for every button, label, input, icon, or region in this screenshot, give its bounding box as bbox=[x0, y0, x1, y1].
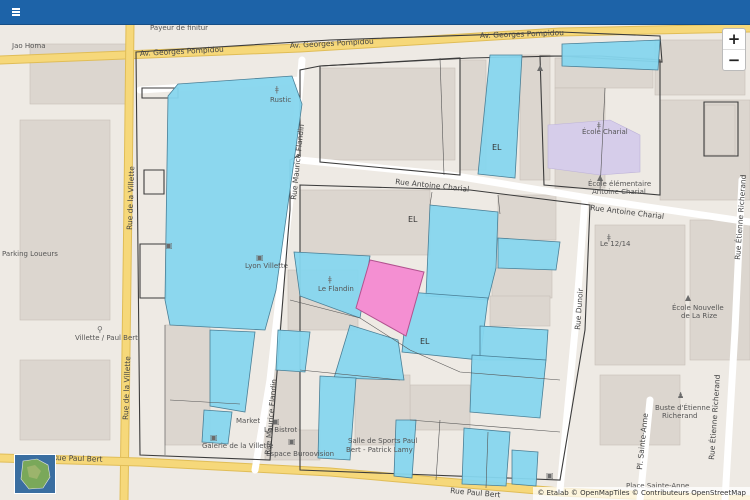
building bbox=[519, 54, 551, 181]
label-salle-sports: Bert - Patrick Lamy bbox=[346, 446, 413, 454]
building bbox=[19, 119, 111, 321]
shop-icon: ▣ bbox=[288, 437, 296, 446]
parcel-highlight[interactable] bbox=[479, 325, 549, 361]
label-buste: Buste d'Étienne bbox=[655, 403, 710, 412]
label-parking: Parking Loueurs bbox=[2, 250, 58, 258]
label-le-flandin: Le Flandin bbox=[318, 285, 354, 293]
building bbox=[491, 267, 553, 299]
label-salle-sports: Salle de Sports Paul bbox=[348, 437, 417, 445]
restaurant-icon: ǂ bbox=[328, 275, 332, 284]
building bbox=[497, 194, 557, 241]
label-rustic: Rustic bbox=[270, 96, 291, 104]
parcel-highlight[interactable] bbox=[425, 204, 499, 301]
parcel-highlight[interactable] bbox=[275, 329, 311, 373]
label-costa: Jao Homa bbox=[11, 42, 46, 50]
map-attribution: © Etalab © OpenMapTiles © Contributeurs … bbox=[533, 487, 750, 500]
map-view[interactable]: ǂ ▣ ǂ ▲ ǂ ▲ ǂ ▲ ♟ ▣ ▣ ▣ ▣ ⚲ ▣ Payeur de … bbox=[0, 24, 750, 500]
label-ecole-nouvelle: École Nouvelle bbox=[672, 303, 724, 312]
restaurant-icon: ǂ bbox=[275, 85, 279, 94]
school-icon: ▲ bbox=[537, 63, 544, 72]
label-antoine-charial: Antoine Charial bbox=[592, 188, 646, 196]
label-lyon-villette: Lyon Villette bbox=[245, 262, 288, 270]
label-ecole-charial: École Charial bbox=[582, 127, 628, 136]
top-bar bbox=[0, 0, 750, 25]
building bbox=[704, 104, 736, 156]
zoom-out-button[interactable]: − bbox=[723, 49, 745, 70]
label-market: Market bbox=[236, 417, 260, 425]
parcel-highlight[interactable] bbox=[469, 354, 547, 419]
hamburger-icon[interactable] bbox=[10, 4, 26, 20]
zoom-control: + − bbox=[722, 28, 746, 71]
bus-icon: ▣ bbox=[546, 471, 554, 480]
label-payeur: Payeur de finitur bbox=[150, 24, 208, 32]
school-icon: ▲ bbox=[685, 293, 692, 302]
label-le-12-14: Le 12/14 bbox=[600, 240, 631, 248]
parcel-highlight[interactable] bbox=[511, 449, 539, 487]
parcel-highlight[interactable] bbox=[497, 237, 561, 271]
road-label: Rue Paul Bert bbox=[52, 453, 103, 464]
label-buste: Richerand bbox=[662, 412, 697, 420]
monument-icon: ♟ bbox=[677, 391, 684, 400]
minimap-thumbnail[interactable] bbox=[14, 454, 56, 494]
label-villette-paul-bert: Villette / Paul Bert bbox=[75, 334, 138, 342]
label-el: EL bbox=[492, 143, 502, 152]
zoom-in-button[interactable]: + bbox=[723, 29, 745, 49]
label-el: EL bbox=[408, 215, 418, 224]
bus-icon: ▣ bbox=[165, 241, 173, 250]
building bbox=[319, 67, 456, 161]
label-de-la-rize: de La Rize bbox=[681, 312, 717, 320]
label-espace: Espace Buroovision bbox=[266, 450, 334, 458]
parcel-highlight[interactable] bbox=[561, 39, 661, 71]
label-el: EL bbox=[420, 337, 430, 346]
label-ecole-elementaire: École élémentaire bbox=[588, 179, 651, 188]
building bbox=[19, 359, 111, 441]
bicycle-icon: ⚲ bbox=[97, 325, 103, 334]
parcel-highlight[interactable] bbox=[461, 427, 511, 487]
parking-icon: ▣ bbox=[256, 253, 264, 262]
shop-icon: ▣ bbox=[210, 433, 218, 442]
building bbox=[489, 295, 551, 327]
